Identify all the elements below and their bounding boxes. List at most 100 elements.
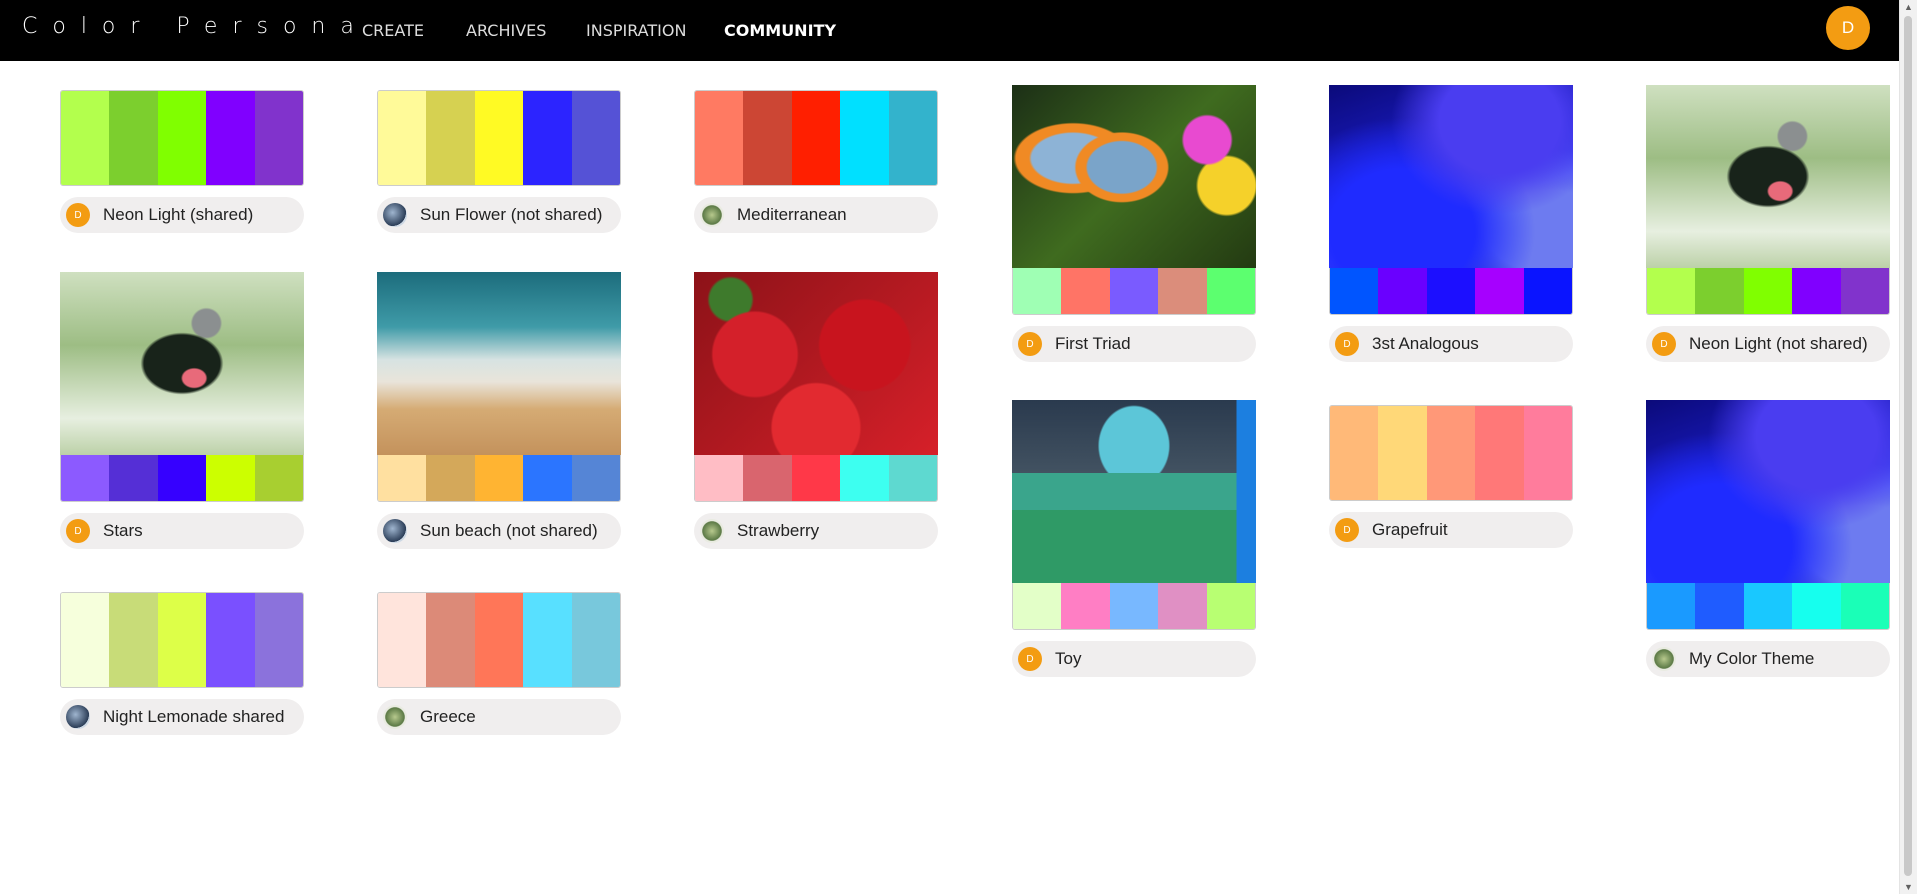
palette-label[interactable]: D Grapefruit [1329, 512, 1573, 548]
color-swatch[interactable] [888, 455, 937, 501]
palette-card[interactable]: D First Triad [1012, 85, 1256, 362]
color-swatch[interactable] [206, 455, 255, 501]
palette-card[interactable]: Greece [377, 592, 621, 735]
color-swatch[interactable] [1743, 268, 1793, 314]
color-swatch[interactable] [1061, 583, 1110, 629]
nav-community[interactable]: COMMUNITY [724, 21, 836, 40]
palette-image[interactable] [694, 272, 938, 455]
color-swatch[interactable] [791, 91, 841, 185]
palette-image[interactable] [1012, 400, 1256, 583]
color-swatch[interactable] [1647, 268, 1696, 314]
color-swatch[interactable] [378, 455, 427, 501]
palette-card[interactable]: Mediterranean [694, 90, 938, 233]
color-swatch[interactable] [523, 593, 572, 687]
color-swatch[interactable] [1840, 583, 1889, 629]
nav-inspiration[interactable]: INSPIRATION [586, 21, 686, 40]
color-swatch[interactable] [426, 91, 475, 185]
color-swatch[interactable] [157, 91, 207, 185]
color-swatch[interactable] [523, 91, 572, 185]
color-swatch[interactable] [1330, 268, 1379, 314]
palette-card[interactable]: Sun Flower (not shared) [377, 90, 621, 233]
color-swatch[interactable] [61, 455, 110, 501]
color-swatch[interactable] [571, 91, 620, 185]
color-swatch[interactable] [1158, 268, 1207, 314]
palette-label[interactable]: Strawberry [694, 513, 938, 549]
palette-label[interactable]: My Color Theme [1646, 641, 1890, 677]
color-swatch[interactable] [254, 455, 303, 501]
color-swatch[interactable] [426, 455, 475, 501]
color-swatch[interactable] [1378, 268, 1427, 314]
palette-card[interactable]: D Stars [60, 272, 304, 549]
color-swatch[interactable] [378, 593, 427, 687]
color-swatch[interactable] [206, 91, 255, 185]
palette-image[interactable] [377, 272, 621, 455]
color-swatch[interactable] [743, 91, 792, 185]
palette-card[interactable]: D Neon Light (shared) [60, 90, 304, 233]
color-swatch[interactable] [840, 91, 889, 185]
palette-label[interactable]: D Neon Light (not shared) [1646, 326, 1890, 362]
scroll-down-icon[interactable]: ▼ [1904, 882, 1913, 892]
color-swatch[interactable] [1206, 583, 1255, 629]
palette-card[interactable]: D Grapefruit [1329, 405, 1573, 548]
palette-card[interactable]: D 3st Analogous [1329, 85, 1573, 362]
color-swatch[interactable] [1475, 268, 1524, 314]
palette-image[interactable] [1646, 400, 1890, 583]
color-swatch[interactable] [888, 91, 937, 185]
color-swatch[interactable] [1109, 268, 1159, 314]
scrollbar[interactable]: ▲ ▼ [1899, 0, 1917, 894]
color-swatch[interactable] [791, 455, 841, 501]
palette-image[interactable] [1012, 85, 1256, 268]
color-swatch[interactable] [1378, 406, 1427, 500]
nav-create[interactable]: CREATE [362, 21, 424, 40]
color-swatch[interactable] [1206, 268, 1255, 314]
color-swatch[interactable] [1523, 406, 1572, 500]
color-swatch[interactable] [1109, 583, 1159, 629]
user-avatar[interactable]: D [1826, 6, 1870, 50]
color-swatch[interactable] [1426, 268, 1476, 314]
color-swatch[interactable] [426, 593, 475, 687]
color-swatch[interactable] [1792, 583, 1841, 629]
color-swatch[interactable] [474, 91, 524, 185]
palette-label[interactable]: D Neon Light (shared) [60, 197, 304, 233]
palette-image[interactable] [1646, 85, 1890, 268]
color-swatch[interactable] [1840, 268, 1889, 314]
palette-card[interactable]: Sun beach (not shared) [377, 272, 621, 549]
color-swatch[interactable] [157, 455, 207, 501]
color-swatch[interactable] [571, 593, 620, 687]
color-swatch[interactable] [61, 593, 110, 687]
color-swatch[interactable] [1061, 268, 1110, 314]
palette-label[interactable]: D First Triad [1012, 326, 1256, 362]
palette-label[interactable]: Mediterranean [694, 197, 938, 233]
palette-label[interactable]: D 3st Analogous [1329, 326, 1573, 362]
color-swatch[interactable] [1743, 583, 1793, 629]
palette-card[interactable]: D Neon Light (not shared) [1646, 85, 1890, 362]
color-swatch[interactable] [109, 593, 158, 687]
color-swatch[interactable] [157, 593, 207, 687]
color-swatch[interactable] [1330, 406, 1379, 500]
palette-image[interactable] [1329, 85, 1573, 268]
color-swatch[interactable] [571, 455, 620, 501]
color-swatch[interactable] [61, 91, 110, 185]
color-swatch[interactable] [695, 455, 744, 501]
color-swatch[interactable] [378, 91, 427, 185]
color-swatch[interactable] [1647, 583, 1696, 629]
palette-label[interactable]: D Stars [60, 513, 304, 549]
nav-archives[interactable]: ARCHIVES [466, 21, 546, 40]
color-swatch[interactable] [1013, 583, 1062, 629]
palette-card[interactable]: Strawberry [694, 272, 938, 549]
color-swatch[interactable] [695, 91, 744, 185]
color-swatch[interactable] [1523, 268, 1572, 314]
palette-card[interactable]: D Toy [1012, 400, 1256, 677]
brand-logo[interactable]: Color Persona [22, 14, 369, 39]
color-swatch[interactable] [109, 91, 158, 185]
palette-label[interactable]: Greece [377, 699, 621, 735]
scroll-thumb[interactable] [1904, 16, 1912, 876]
color-swatch[interactable] [1158, 583, 1207, 629]
color-swatch[interactable] [254, 593, 303, 687]
color-swatch[interactable] [1013, 268, 1062, 314]
color-swatch[interactable] [1695, 268, 1744, 314]
palette-card[interactable]: Night Lemonade shared [60, 592, 304, 735]
palette-card[interactable]: My Color Theme [1646, 400, 1890, 677]
palette-label[interactable]: Sun beach (not shared) [377, 513, 621, 549]
palette-image[interactable] [60, 272, 304, 455]
